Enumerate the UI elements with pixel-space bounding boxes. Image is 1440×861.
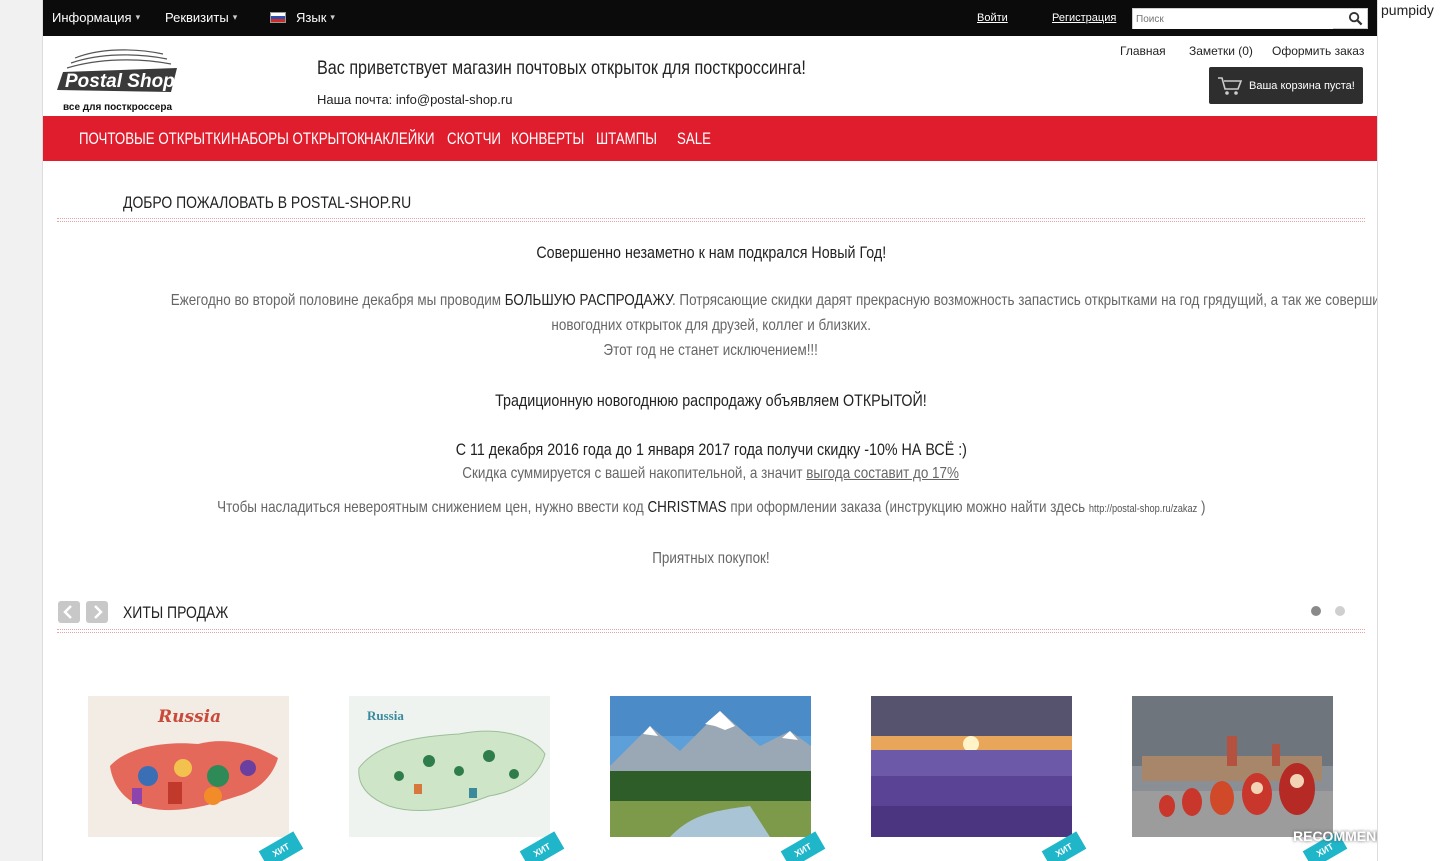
product-image-russia-folk-map: Russia bbox=[88, 696, 289, 837]
menu-language[interactable]: Язык ▾ bbox=[270, 10, 335, 25]
menu-language-label: Язык bbox=[296, 10, 327, 25]
page: Информация ▾ Реквизиты ▾ Язык ▾ Войти Ре… bbox=[42, 0, 1378, 861]
discount-sum-line: Скидка суммируется с вашей накопительной… bbox=[43, 465, 1377, 483]
benefit-link[interactable]: выгода составит до 17% bbox=[807, 465, 960, 482]
discount-text: С 11 декабря 2016 года до 1 января 2017 … bbox=[455, 440, 967, 459]
promo-paragraph-line1: Ежегодно во второй половине декабря мы п… bbox=[43, 292, 1377, 310]
promo-headline-text: Совершенно незаметно к нам подкрался Нов… bbox=[536, 243, 886, 262]
email-line: Наша почта: info@postal-shop.ru bbox=[317, 92, 512, 107]
register-link[interactable]: Регистрация bbox=[1052, 12, 1116, 24]
bestsellers-title: ХИТЫ ПРОДАЖ bbox=[123, 603, 229, 622]
product-card-image[interactable] bbox=[1132, 696, 1333, 837]
promo-p1-before: Ежегодно во второй половине декабря мы п… bbox=[170, 292, 505, 309]
product-image-kremlin-matryoshka bbox=[1132, 696, 1333, 837]
big-sale-text: БОЛЬШУЮ РАСПРОДАЖУ bbox=[504, 292, 672, 309]
promo-paragraph-text: Ежегодно во второй половине декабря мы п… bbox=[170, 292, 1377, 310]
svg-text:Russia: Russia bbox=[157, 707, 221, 727]
russian-flag-icon bbox=[270, 12, 286, 23]
main-nav: ПОЧТОВЫЕ ОТКРЫТКИ НАБОРЫ ОТКРЫТОК НАКЛЕЙ… bbox=[43, 116, 1377, 161]
promo-p1-line2: новогодних открыток для друзей, коллег и… bbox=[551, 317, 871, 334]
logo-text: Postal Shop bbox=[65, 71, 175, 92]
carousel-prev-button[interactable] bbox=[58, 601, 80, 623]
search-icon[interactable] bbox=[1348, 11, 1363, 26]
nav-item-stamps[interactable]: ШТАМПЫ bbox=[596, 129, 657, 149]
carousel-dot-2[interactable] bbox=[1335, 606, 1345, 616]
promo-code-before: Чтобы насладиться невероятным снижением … bbox=[216, 499, 648, 516]
discount-sum-text: Скидка суммируется с вашей накопительной… bbox=[463, 465, 960, 483]
reviewer-username: pumpidy bbox=[1381, 2, 1434, 18]
menu-info-label: Информация bbox=[52, 10, 132, 25]
chevron-left-icon bbox=[63, 605, 72, 619]
chevron-right-icon bbox=[94, 605, 103, 619]
product-image-lavender-sunset bbox=[871, 696, 1072, 837]
top-bar: Информация ▾ Реквизиты ▾ Язык ▾ Войти Ре… bbox=[43, 0, 1377, 36]
cart-button[interactable]: Ваша корзина пуста! bbox=[1209, 67, 1363, 104]
welcome-section-title: ДОБРО ПОЖАЛОВАТЬ В POSTAL-SHOP.RU bbox=[123, 193, 412, 212]
promo-code-after: при оформлении заказа (инструкцию можно … bbox=[726, 499, 1089, 516]
product-card-image[interactable] bbox=[610, 696, 811, 837]
promo-paragraph-line2: новогодних открыток для друзей, коллег и… bbox=[43, 317, 1377, 335]
discount-sum-before: Скидка суммируется с вашей накопительной… bbox=[462, 465, 807, 482]
checkout-link[interactable]: Оформить заказ bbox=[1272, 44, 1364, 58]
menu-requisites[interactable]: Реквизиты ▾ bbox=[165, 10, 237, 25]
thanks-text: Приятных покупок! bbox=[652, 550, 770, 567]
promo-paragraph-line3: Этот год не станет исключением!!! bbox=[43, 342, 1377, 360]
promo-headline: Совершенно незаметно к нам подкрался Нов… bbox=[43, 243, 1377, 263]
email-address[interactable]: info@postal-shop.ru bbox=[396, 92, 513, 107]
product-card-image[interactable] bbox=[871, 696, 1072, 837]
divider bbox=[57, 629, 1365, 633]
left-margin bbox=[0, 0, 42, 861]
nav-item-stickers[interactable]: НАКЛЕЙКИ bbox=[364, 129, 434, 149]
chevron-down-icon: ▾ bbox=[135, 12, 141, 22]
logo-tagline: все для посткроссера bbox=[63, 102, 173, 113]
product-image-russia-illustrated-map: Russia bbox=[349, 696, 550, 837]
product-image-mountain-valley bbox=[610, 696, 811, 837]
promo-code-line: Чтобы насладиться невероятным снижением … bbox=[43, 499, 1377, 517]
svg-text:Russia: Russia bbox=[367, 708, 404, 723]
right-margin bbox=[1378, 0, 1440, 861]
carousel-next-button[interactable] bbox=[86, 601, 108, 623]
divider bbox=[57, 218, 1365, 222]
instructions-link[interactable]: http://postal-shop.ru/zakaz bbox=[1089, 503, 1197, 515]
watermark: RECOMMEND.RU bbox=[1293, 828, 1377, 844]
search-input[interactable] bbox=[1133, 10, 1333, 29]
nav-item-postcard-sets[interactable]: НАБОРЫ ОТКРЫТОК bbox=[231, 129, 365, 149]
nav-item-tapes[interactable]: СКОТЧИ bbox=[447, 129, 501, 149]
discount-line: С 11 декабря 2016 года до 1 января 2017 … bbox=[43, 440, 1377, 460]
search-box bbox=[1132, 8, 1368, 29]
promo-code: CHRISTMAS bbox=[647, 499, 727, 516]
welcome-heading: Вас приветствует магазин почтовых открыт… bbox=[317, 58, 806, 79]
nav-item-sale[interactable]: SALE bbox=[677, 129, 711, 149]
menu-info[interactable]: Информация ▾ bbox=[52, 10, 140, 25]
sale-announcement-text: Традиционную новогоднюю распродажу объяв… bbox=[495, 391, 927, 410]
sale-announcement: Традиционную новогоднюю распродажу объяв… bbox=[43, 391, 1377, 411]
nav-item-postcards[interactable]: ПОЧТОВЫЕ ОТКРЫТКИ bbox=[79, 129, 230, 149]
chevron-down-icon: ▾ bbox=[330, 12, 335, 22]
product-card-image[interactable]: Russia bbox=[349, 696, 550, 837]
promo-p1-line3: Этот год не станет исключением!!! bbox=[603, 342, 819, 359]
home-link[interactable]: Главная bbox=[1120, 44, 1166, 58]
login-link[interactable]: Войти bbox=[977, 12, 1008, 24]
promo-code-text: Чтобы насладиться невероятным снижением … bbox=[217, 499, 1205, 517]
notes-link[interactable]: Заметки (0) bbox=[1189, 44, 1253, 58]
menu-requisites-label: Реквизиты bbox=[165, 10, 229, 25]
cart-icon bbox=[1218, 76, 1243, 95]
promo-code-close: ) bbox=[1196, 499, 1206, 516]
promo-p1-after: . Потрясающие скидки дарят прекрасную во… bbox=[671, 292, 1377, 309]
nav-item-envelopes[interactable]: КОНВЕРТЫ bbox=[511, 129, 584, 149]
email-label: Наша почта: bbox=[317, 92, 393, 107]
cart-label: Ваша корзина пуста! bbox=[1249, 79, 1355, 92]
product-card-image[interactable]: Russia bbox=[88, 696, 289, 837]
carousel-dot-1[interactable] bbox=[1311, 606, 1321, 616]
chevron-down-icon: ▾ bbox=[232, 12, 238, 22]
thanks-line: Приятных покупок! bbox=[43, 550, 1377, 568]
